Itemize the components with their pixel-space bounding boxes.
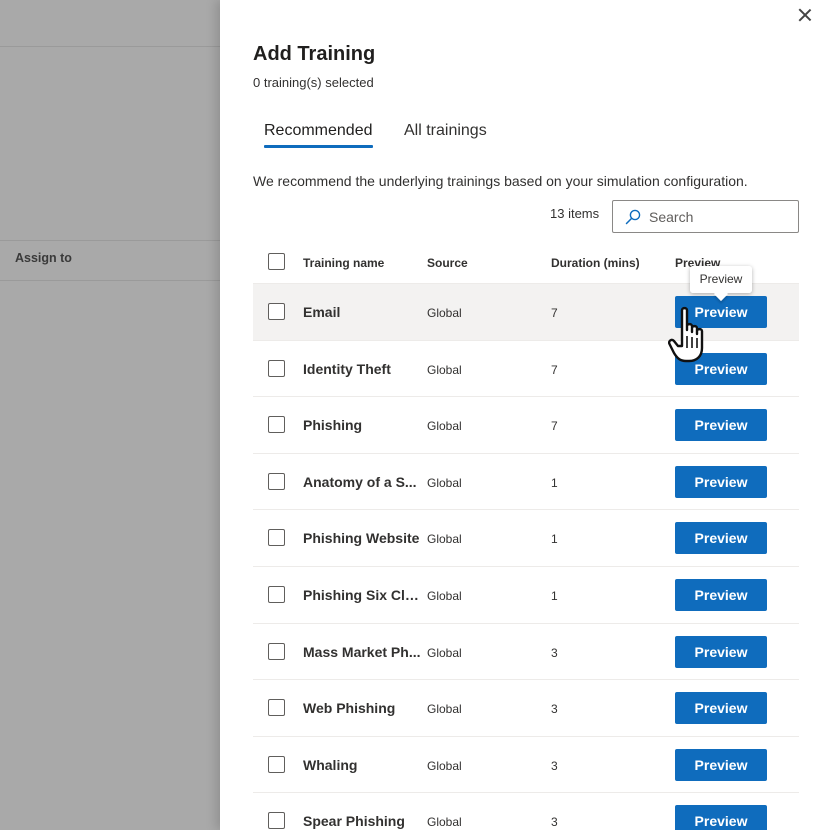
preview-button[interactable]: Preview	[675, 635, 767, 668]
tab-list: Recommended All trainings	[253, 122, 813, 156]
training-source: Global	[427, 588, 462, 603]
preview-button[interactable]: Preview	[675, 692, 767, 725]
training-duration: 7	[551, 306, 558, 320]
preview-button[interactable]: Preview	[675, 409, 767, 442]
training-name: Phishing Website	[303, 530, 420, 547]
row-checkbox[interactable]	[268, 359, 285, 377]
background-divider	[0, 280, 220, 281]
add-training-panel: Add Training 0 training(s) selected Reco…	[220, 0, 826, 830]
preview-tooltip: Preview	[690, 266, 752, 293]
training-duration: 3	[551, 702, 558, 717]
tab-recommended[interactable]: Recommended	[264, 122, 373, 148]
training-duration: 1	[551, 532, 558, 547]
table-row[interactable]: Mass Market Ph... Global 3 Preview	[253, 624, 799, 681]
table-row[interactable]: Spear Phishing Global 3 Preview	[253, 793, 799, 830]
training-duration: 7	[551, 362, 558, 377]
training-source: Global	[427, 419, 462, 434]
row-checkbox[interactable]	[268, 755, 285, 773]
training-source: Global	[427, 758, 462, 773]
training-source: Global	[427, 645, 462, 660]
training-name: Identity Theft	[303, 360, 391, 377]
training-source: Global	[427, 306, 462, 320]
background-divider	[0, 240, 220, 241]
training-source: Global	[427, 475, 462, 490]
row-checkbox[interactable]	[268, 416, 285, 434]
background-divider	[0, 46, 220, 47]
row-checkbox[interactable]	[268, 529, 285, 547]
training-name: Spear Phishing	[303, 813, 405, 830]
training-duration: 7	[551, 419, 558, 434]
selection-count: 0 training(s) selected	[253, 75, 374, 90]
training-source: Global	[427, 362, 462, 377]
training-duration: 3	[551, 758, 558, 773]
preview-button[interactable]: Preview	[675, 578, 767, 611]
table-row[interactable]: Whaling Global 3 Preview	[253, 737, 799, 794]
row-checkbox[interactable]	[268, 699, 285, 717]
table-row[interactable]: Phishing Global 7 Preview	[253, 397, 799, 454]
row-checkbox[interactable]	[268, 812, 285, 830]
row-checkbox[interactable]	[268, 303, 285, 320]
items-count: 13 items	[550, 206, 600, 221]
training-name: Whaling	[303, 756, 358, 773]
training-duration: 3	[551, 645, 558, 660]
preview-button[interactable]: Preview	[675, 465, 767, 498]
training-name: Email	[303, 304, 341, 320]
training-table: Training name Source Duration (mins) Pre…	[253, 242, 799, 830]
training-source: Global	[427, 532, 462, 547]
preview-button[interactable]: Preview	[675, 522, 767, 555]
row-checkbox[interactable]	[268, 642, 285, 660]
header-source[interactable]: Source	[427, 256, 468, 270]
table-row[interactable]: Phishing Website Global 1 Preview	[253, 510, 799, 567]
search-input[interactable]	[649, 201, 789, 232]
search-box[interactable]	[612, 200, 799, 233]
training-name: Phishing Six Clu...	[303, 586, 421, 603]
search-icon	[625, 209, 641, 225]
table-row[interactable]: Web Phishing Global 3 Preview	[253, 680, 799, 737]
tab-all-trainings[interactable]: All trainings	[404, 122, 487, 148]
preview-button[interactable]: Preview	[675, 805, 767, 830]
hand-cursor-icon	[668, 306, 704, 363]
panel-title: Add Training	[253, 43, 376, 65]
training-name: Anatomy of a S...	[303, 473, 417, 490]
header-training-name[interactable]: Training name	[303, 256, 384, 270]
table-row[interactable]: Identity Theft Global 7 Preview	[253, 341, 799, 398]
tooltip-text: Preview	[690, 266, 752, 293]
training-name: Web Phishing	[303, 700, 396, 717]
row-checkbox[interactable]	[268, 585, 285, 603]
select-all-checkbox[interactable]	[268, 253, 285, 270]
training-source: Global	[427, 702, 462, 717]
table-row[interactable]: Phishing Six Clu... Global 1 Preview	[253, 567, 799, 624]
training-name: Mass Market Ph...	[303, 643, 421, 660]
preview-button[interactable]: Preview	[675, 748, 767, 781]
training-duration: 3	[551, 815, 558, 830]
training-duration: 1	[551, 588, 558, 603]
assign-to-label: Assign to	[15, 251, 72, 265]
background-page: Assign to	[0, 0, 220, 830]
row-checkbox[interactable]	[268, 472, 285, 490]
training-source: Global	[427, 815, 462, 830]
recommendation-description: We recommend the underlying trainings ba…	[253, 173, 748, 189]
header-duration[interactable]: Duration (mins)	[551, 256, 640, 270]
training-duration: 1	[551, 475, 558, 490]
table-row[interactable]: Anatomy of a S... Global 1 Preview	[253, 454, 799, 511]
training-name: Phishing	[303, 417, 363, 434]
close-icon[interactable]	[796, 6, 814, 24]
